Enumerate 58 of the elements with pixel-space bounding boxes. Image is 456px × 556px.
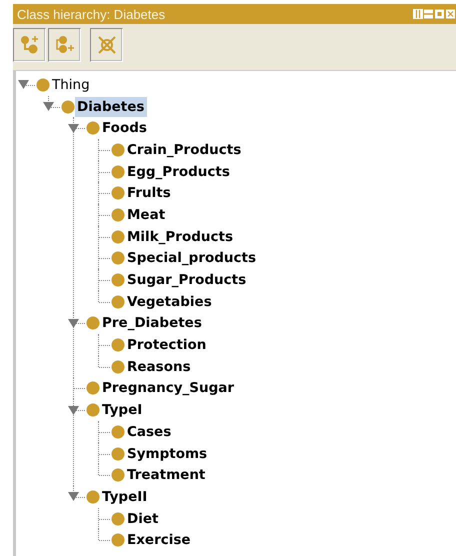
class-label[interactable]: Vegetabies [125,292,215,312]
expanded-toggle-icon[interactable] [68,406,79,415]
class-bullet-icon [111,251,125,266]
expanded-toggle-icon[interactable] [68,318,79,328]
add-subclass-icon [20,35,40,55]
class-bullet-icon [111,533,125,548]
class-bullet-icon [111,512,125,526]
class-label[interactable]: Meat [125,204,168,225]
class-bullet-icon [111,142,125,157]
class-label[interactable]: Protection [125,335,210,356]
class-bullet-icon [111,424,125,439]
window-controls-icon[interactable] [413,9,455,19]
class-label[interactable]: Exercise [125,530,194,550]
class-bullet-icon [111,273,125,288]
expanded-toggle-icon[interactable] [68,124,79,133]
class-bullet-icon [111,446,125,461]
class-label[interactable]: Milk_Products [125,226,236,247]
class-bullet-icon [86,381,100,396]
class-bullet-icon [36,78,50,92]
class-label[interactable]: Crain_Products [125,140,244,160]
expanded-toggle-icon[interactable] [18,80,29,90]
add-subclass-button[interactable] [13,28,46,62]
class-label[interactable]: Special_products [125,248,260,268]
class-label[interactable]: Reasons [125,356,194,377]
class-label[interactable]: Symptoms [125,444,210,464]
class-label[interactable]: Diabetes [75,96,148,117]
class-bullet-icon [111,468,125,482]
class-bullet-icon [111,208,125,222]
class-label[interactable]: Diet [125,508,162,529]
class-label[interactable]: Frults [125,183,174,204]
class-label[interactable]: Pre_Diabetes [100,313,205,334]
class-bullet-icon [111,294,125,309]
class-bullet-icon [111,360,125,374]
class-label[interactable]: TypeII [100,486,150,507]
class-bullet-icon [86,403,100,418]
class-label[interactable]: Pregnancy_Sugar [100,378,238,398]
class-label[interactable]: Thing [50,74,93,95]
class-label[interactable]: Treatment [125,465,208,486]
class-bullet-icon [111,338,125,352]
expanded-toggle-icon[interactable] [43,102,54,112]
class-bullet-icon [111,164,125,179]
class-bullet-icon [61,100,75,114]
delete-icon [96,35,116,55]
panel-title: Class hierarchy: Diabetes [17,6,166,22]
class-bullet-icon [86,490,100,504]
class-bullet-icon [86,121,100,136]
class-bullet-icon [111,186,125,200]
class-label[interactable]: Sugar_Products [125,270,250,290]
class-bullet-icon [111,230,125,244]
delete-button[interactable] [90,28,123,62]
class-bullet-icon [86,316,100,330]
expanded-toggle-icon[interactable] [68,492,79,502]
class-label[interactable]: Cases [125,422,174,442]
class-label[interactable]: Foods [100,118,150,138]
add-sibling-button[interactable] [48,28,81,62]
class-label[interactable]: TypeI [100,400,146,420]
class-label[interactable]: Egg_Products [125,162,233,182]
add-sibling-icon [54,35,74,55]
